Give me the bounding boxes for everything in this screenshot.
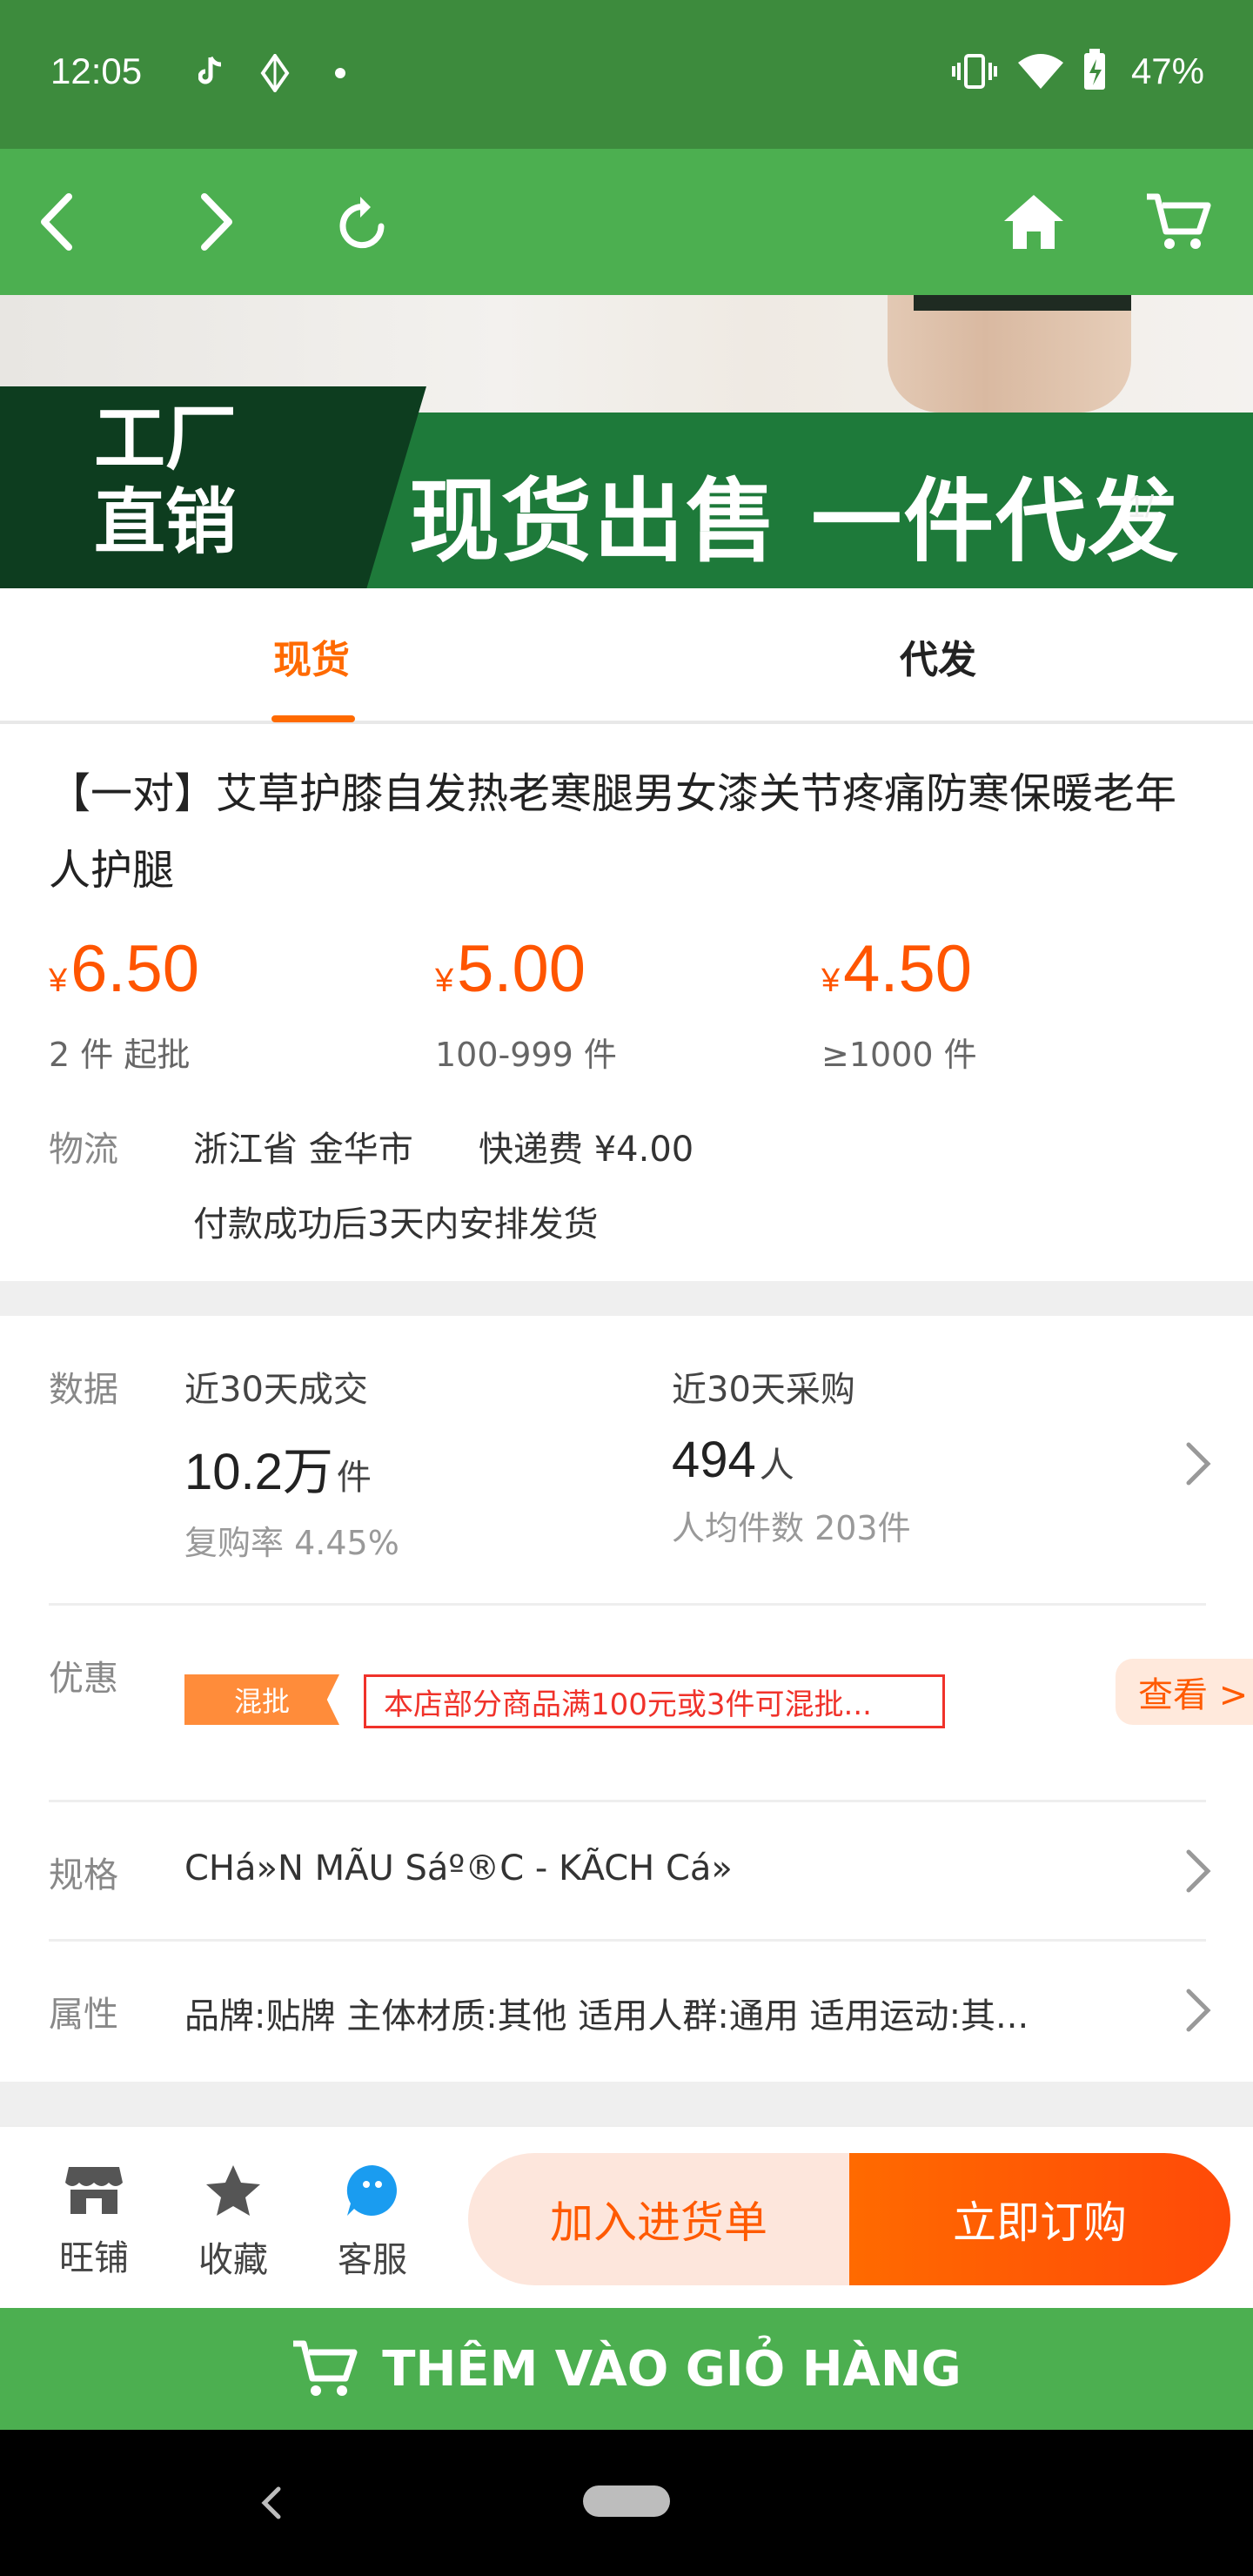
- add-to-cart-button[interactable]: THÊM VÀO GIỎ HÀNG: [0, 2308, 1253, 2430]
- chevron-right-icon[interactable]: [1182, 1986, 1216, 2035]
- buyers-stat: 近30天采购 494 人 人均件数 203件: [672, 1361, 911, 1549]
- refresh-icon: [339, 197, 385, 249]
- logistics-fee: 快递费 ¥4.00: [479, 1130, 694, 1170]
- section-divider: [0, 1281, 1253, 1316]
- tab-in-stock[interactable]: 现货: [273, 628, 350, 684]
- buyers-value: 494 人: [672, 1432, 794, 1488]
- promo-text[interactable]: 本店部分商品满100元或3件可混批...: [364, 1674, 945, 1728]
- banner-badge: 工厂 直销: [94, 398, 237, 565]
- price-value: ¥5.00: [435, 932, 586, 1006]
- nav-home-pill[interactable]: [583, 2485, 670, 2517]
- tab-dropship[interactable]: 代发: [900, 628, 976, 684]
- forward-button[interactable]: [181, 185, 254, 258]
- banner-badge-line2: 直销: [94, 481, 238, 564]
- spec-label: 规格: [49, 1855, 118, 1895]
- banner-page-indicator: 1/: [1128, 488, 1155, 524]
- repurchase-rate: 复购率 4.45%: [184, 1524, 399, 1562]
- banner-leg-image: [888, 295, 1131, 413]
- price-tier-2: ¥5.00 100-999 件: [435, 928, 617, 1076]
- price-value: ¥6.50: [49, 932, 200, 1006]
- home-icon: [1004, 195, 1063, 249]
- back-icon: [41, 193, 72, 251]
- favorite-button[interactable]: 收藏: [181, 2163, 285, 2282]
- promo-label: 优惠: [49, 1659, 118, 1699]
- wifi-icon: [1016, 52, 1065, 94]
- add-to-cart-label: THÊM VÀO GIỎ HÀNG: [382, 2340, 962, 2398]
- banner-badge-line1: 工厂: [94, 398, 238, 480]
- shop-button[interactable]: 旺铺: [42, 2163, 146, 2280]
- cart-button[interactable]: [1142, 185, 1215, 258]
- price-tier-3: ¥4.50 ≥1000 件: [821, 928, 977, 1076]
- product-title: 【一对】艾草护膝自发热老寒腿男女漆关节疼痛防寒保暖老年人护腿: [49, 769, 1177, 895]
- divider: [49, 1939, 1206, 1942]
- tab-active-indicator: [271, 715, 355, 722]
- buyers-title: 近30天采购: [672, 1370, 855, 1410]
- divider: [49, 1603, 1206, 1606]
- chevron-right-icon[interactable]: [1182, 1439, 1216, 1488]
- nav-back-icon[interactable]: [258, 2477, 284, 2529]
- price-note: ≥1000 件: [821, 1036, 977, 1074]
- chat-service-icon: [346, 2164, 397, 2216]
- attributes-value[interactable]: 品牌:贴牌 主体材质:其他 适用人群:通用 适用运动:其...: [184, 1988, 1029, 2038]
- divider: [49, 1800, 1206, 1802]
- tab-bar: 现货 代发: [0, 588, 1253, 724]
- spec-value[interactable]: CHá»N MÃU Sáº®C - KÃCH Cá»: [184, 1848, 733, 1888]
- cart-icon: [293, 2340, 358, 2396]
- section-divider: [0, 2082, 1253, 2125]
- favorite-label: 收藏: [198, 2240, 268, 2280]
- product-banner[interactable]: 工厂 直销 现货出售 一件代发 1/: [0, 295, 1253, 588]
- battery-charging-icon: [1082, 49, 1107, 94]
- avg-quantity: 人均件数 203件: [672, 1509, 911, 1547]
- cart-icon: [1147, 193, 1211, 249]
- shop-label: 旺铺: [59, 2238, 129, 2278]
- status-time: 12:05: [50, 50, 143, 91]
- logistics-label: 物流: [49, 1130, 118, 1170]
- back-button[interactable]: [19, 185, 92, 258]
- banner-slogan: 现货出售 一件代发: [409, 468, 1181, 574]
- banner-knee-strap: [914, 295, 1131, 311]
- status-bar: 12:05 47%: [0, 0, 1253, 149]
- deals-stat: 近30天成交 10.2万件 复购率 4.45%: [184, 1361, 399, 1564]
- dot-icon: [334, 66, 346, 83]
- vpn-icon: [259, 52, 291, 96]
- price-note: 100-999 件: [435, 1036, 617, 1074]
- deals-value: 10.2万件: [184, 1444, 372, 1500]
- tiktok-icon: [198, 54, 223, 92]
- store-icon: [65, 2167, 123, 2214]
- data-label: 数据: [49, 1370, 118, 1410]
- battery-percent: 47%: [1130, 50, 1204, 91]
- service-button[interactable]: 客服: [320, 2163, 425, 2282]
- buy-now-button[interactable]: 立即订购: [849, 2153, 1230, 2285]
- chevron-right-icon[interactable]: [1182, 1847, 1216, 1895]
- system-nav-bar: [0, 2430, 1253, 2576]
- attributes-label: 属性: [49, 1995, 118, 2035]
- browser-toolbar: [0, 149, 1253, 295]
- forward-icon: [201, 193, 232, 251]
- star-icon: [206, 2165, 260, 2216]
- price-tier-1: ¥6.50 2 件 起批: [49, 928, 199, 1076]
- home-button[interactable]: [997, 185, 1070, 258]
- deals-title: 近30天成交: [184, 1370, 368, 1410]
- refresh-button[interactable]: [329, 185, 402, 258]
- price-value: ¥4.50: [821, 932, 973, 1006]
- mixed-batch-tag: 混批: [184, 1674, 339, 1725]
- logistics-origin: 浙江省 金华市: [193, 1130, 413, 1170]
- vibrate-icon: [952, 54, 997, 92]
- view-promo-button[interactable]: 查看 >: [1116, 1659, 1253, 1725]
- price-note: 2 件 起批: [49, 1036, 191, 1074]
- add-to-list-button[interactable]: 加入进货单: [468, 2153, 849, 2285]
- logistics-dispatch: 付款成功后3天内安排发货: [193, 1204, 599, 1244]
- service-label: 客服: [338, 2240, 407, 2280]
- bottom-action-bar: 旺铺 收藏 客服 加入进货单 立即订购: [0, 2125, 1253, 2308]
